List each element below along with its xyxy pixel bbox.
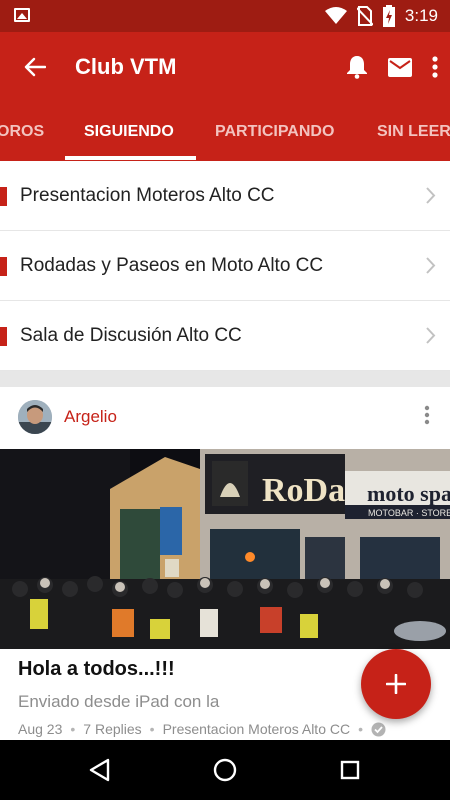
avatar[interactable] bbox=[18, 400, 52, 434]
storefront-photo: RoDaR moto spa MOTOBAR · STORE bbox=[0, 449, 450, 649]
status-icons: 3:19 bbox=[324, 0, 438, 32]
back-triangle-icon bbox=[89, 758, 110, 782]
chevron-right-icon bbox=[426, 187, 436, 204]
list-item[interactable]: Presentacion Moteros Alto CC bbox=[0, 161, 450, 231]
battery-charging-icon bbox=[382, 5, 395, 27]
wifi-icon bbox=[324, 7, 347, 24]
page-title: Club VTM bbox=[75, 54, 177, 79]
app-actions bbox=[346, 46, 438, 88]
recents-square-icon bbox=[340, 760, 360, 780]
avatar-image bbox=[18, 400, 52, 434]
forum-label: Sala de Discusión Alto CC bbox=[20, 325, 242, 346]
post-snippet: Enviado desde iPad con la bbox=[18, 692, 220, 711]
tab-participando[interactable]: PARTICIPANDO bbox=[215, 102, 334, 161]
more-vertical-icon bbox=[432, 56, 438, 78]
active-tab-indicator bbox=[65, 156, 196, 160]
meta-separator: • bbox=[149, 721, 155, 737]
check-circle-icon bbox=[371, 722, 386, 736]
post-meta: Aug 23 • 7 Replies • Presentacion Motero… bbox=[18, 721, 386, 737]
home-circle-icon bbox=[213, 758, 237, 782]
post-date: Aug 23 bbox=[18, 721, 63, 737]
plus-icon bbox=[386, 674, 406, 694]
messages-button[interactable] bbox=[388, 57, 412, 77]
chevron-right-icon bbox=[426, 327, 436, 344]
post-title[interactable]: Hola a todos...!!! bbox=[18, 658, 175, 681]
meta-separator: • bbox=[70, 721, 76, 737]
system-nav-bar bbox=[0, 740, 450, 800]
forum-label: Presentacion Moteros Alto CC bbox=[20, 185, 275, 206]
post-author[interactable]: Argelio bbox=[64, 407, 117, 427]
tab-siguiendo[interactable]: SIGUIENDO bbox=[84, 102, 174, 161]
chevron-right-icon bbox=[426, 257, 436, 274]
picture-icon bbox=[14, 8, 30, 22]
back-button[interactable] bbox=[14, 46, 56, 88]
notifications-button[interactable] bbox=[346, 55, 368, 79]
post-replies: 7 Replies bbox=[83, 721, 142, 737]
mail-icon bbox=[388, 57, 412, 77]
no-sim-icon bbox=[356, 6, 373, 26]
tab-bar: OROS SIGUIENDO PARTICIPANDO SIN LEER bbox=[0, 102, 450, 161]
forum-list: Presentacion Moteros Alto CC Rodadas y P… bbox=[0, 161, 450, 371]
forum-label: Rodadas y Paseos en Moto Alto CC bbox=[20, 255, 324, 276]
overflow-menu-button[interactable] bbox=[432, 56, 438, 78]
list-item[interactable]: Rodadas y Paseos en Moto Alto CC bbox=[0, 231, 450, 301]
post-forum[interactable]: Presentacion Moteros Alto CC bbox=[163, 721, 351, 737]
more-vertical-icon[interactable] bbox=[424, 405, 430, 425]
status-bar: 3:19 bbox=[0, 0, 450, 32]
section-divider bbox=[0, 371, 450, 387]
forum-color-marker bbox=[0, 187, 7, 206]
tab-foros[interactable]: OROS bbox=[0, 102, 44, 161]
nav-recents-button[interactable] bbox=[335, 755, 365, 785]
arrow-left-icon bbox=[24, 57, 46, 77]
status-time: 3:19 bbox=[404, 6, 438, 25]
nav-home-button[interactable] bbox=[210, 755, 240, 785]
list-item[interactable]: Sala de Discusión Alto CC bbox=[0, 301, 450, 371]
sign-motobar: MOTOBAR · STORE bbox=[368, 508, 450, 518]
tab-sin-leer[interactable]: SIN LEER bbox=[377, 102, 450, 161]
app-bar: Club VTM bbox=[0, 32, 450, 102]
forum-color-marker bbox=[0, 327, 7, 346]
post-image[interactable]: RoDaR moto spa MOTOBAR · STORE bbox=[0, 449, 450, 649]
new-topic-button[interactable] bbox=[361, 649, 431, 719]
bell-icon bbox=[347, 56, 367, 79]
sign-moto-spa: moto spa bbox=[367, 481, 450, 506]
meta-separator: • bbox=[358, 721, 363, 737]
forum-color-marker bbox=[0, 257, 7, 276]
nav-back-button[interactable] bbox=[84, 755, 114, 785]
